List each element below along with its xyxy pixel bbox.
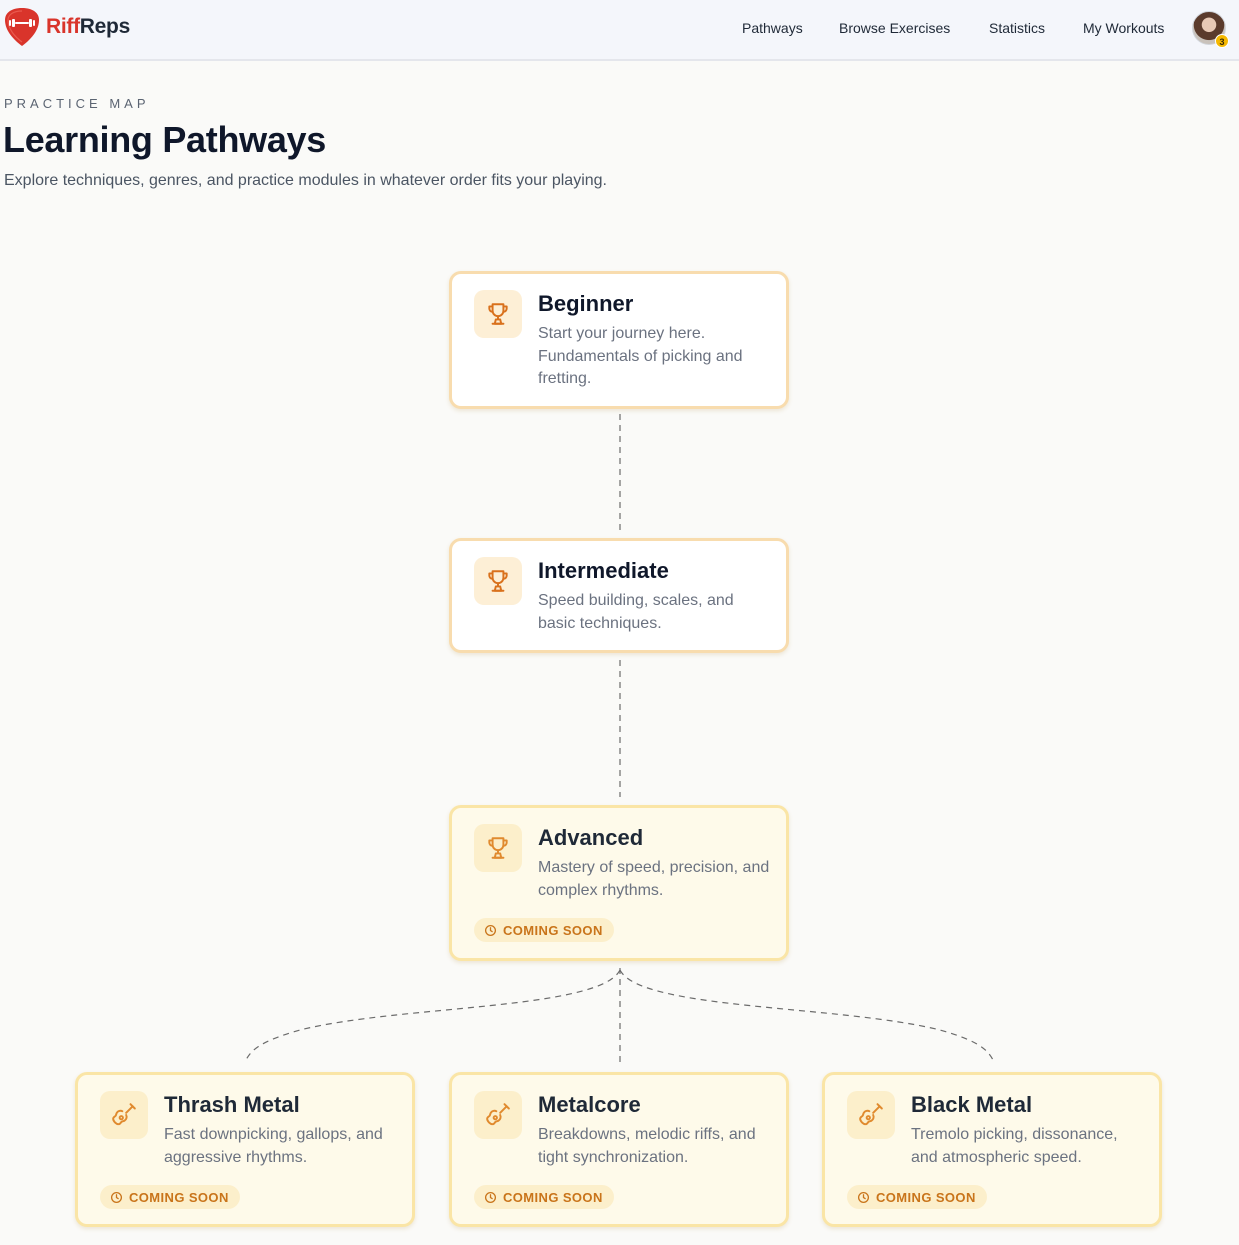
card-icon-container [474, 557, 522, 605]
card-description: Fast downpicking, gallops, and aggressiv… [164, 1126, 383, 1166]
guitar-icon [486, 1103, 510, 1126]
clock-icon [484, 1191, 497, 1203]
card-title: Black Metal [911, 1092, 1033, 1117]
card-title: Beginner [538, 291, 634, 316]
card-icon-container [847, 1091, 895, 1139]
nav-link-browse-exercises[interactable]: Browse Exercises [839, 20, 950, 36]
coming-soon-label: COMING SOON [503, 922, 603, 938]
coming-soon-badge: COMING SOON [100, 1185, 240, 1209]
card-description: Mastery of speed, precision, and complex… [538, 859, 770, 899]
card-icon-container [474, 290, 522, 338]
coming-soon-badge: COMING SOON [474, 918, 614, 942]
clock-icon [484, 924, 497, 936]
brand-name-part2: Reps [79, 15, 130, 38]
brand-name: RiffReps [46, 15, 130, 39]
pathway-card-black-metal[interactable]: Black Metal Tremolo picking, dissonance,… [822, 1072, 1162, 1227]
card-title: Intermediate [538, 558, 669, 583]
top-navigation-bar: RiffReps Pathways Browse Exercises Stati… [0, 0, 1239, 61]
clock-icon [110, 1191, 123, 1203]
card-description: Breakdowns, melodic riffs, and tight syn… [538, 1126, 756, 1166]
coming-soon-label: COMING SOON [129, 1189, 229, 1205]
nav-link-pathways[interactable]: Pathways [742, 20, 803, 36]
user-avatar-button[interactable]: 3 [1192, 11, 1229, 48]
coming-soon-badge: COMING SOON [474, 1185, 614, 1209]
pathway-card-beginner[interactable]: Beginner Start your journey here. Fundam… [449, 271, 789, 409]
guitar-pick-logo-icon [5, 8, 39, 46]
pathway-card-advanced[interactable]: Advanced Mastery of speed, precision, an… [449, 805, 789, 961]
brand-name-part1: Riff [46, 15, 80, 38]
page-title: Learning Pathways [3, 119, 326, 160]
trophy-icon [488, 837, 508, 859]
brand-logo[interactable]: RiffReps [4, 7, 130, 47]
card-description: Tremolo picking, dissonance, and atmosph… [911, 1126, 1118, 1166]
coming-soon-badge: COMING SOON [847, 1185, 987, 1209]
nav-link-my-workouts[interactable]: My Workouts [1083, 20, 1164, 36]
card-title: Advanced [538, 825, 644, 850]
page-eyebrow: PRACTICE MAP [4, 96, 150, 111]
card-icon-container [100, 1091, 148, 1139]
card-description: Start your journey here. Fundamentals of… [538, 325, 743, 387]
pathway-card-intermediate[interactable]: Intermediate Speed building, scales, and… [449, 538, 789, 653]
nav-link-statistics[interactable]: Statistics [989, 20, 1045, 36]
connector-advanced-black [619, 969, 994, 1061]
card-title: Thrash Metal [164, 1092, 300, 1117]
card-icon-container [474, 824, 522, 872]
guitar-icon [859, 1103, 883, 1126]
page-subtitle: Explore techniques, genres, and practice… [4, 172, 607, 189]
notification-badge: 3 [1215, 34, 1229, 48]
card-title: Metalcore [538, 1092, 641, 1117]
pathway-card-metalcore[interactable]: Metalcore Breakdowns, melodic riffs, and… [449, 1072, 789, 1227]
trophy-icon [488, 303, 508, 325]
trophy-icon [488, 570, 508, 592]
pathway-card-thrash-metal[interactable]: Thrash Metal Fast downpicking, gallops, … [75, 1072, 415, 1227]
connector-advanced-thrash [245, 969, 621, 1061]
guitar-icon [112, 1103, 136, 1126]
card-icon-container [474, 1091, 522, 1139]
coming-soon-label: COMING SOON [503, 1189, 603, 1205]
card-description: Speed building, scales, and basic techni… [538, 592, 734, 632]
clock-icon [857, 1191, 870, 1203]
coming-soon-label: COMING SOON [876, 1189, 976, 1205]
